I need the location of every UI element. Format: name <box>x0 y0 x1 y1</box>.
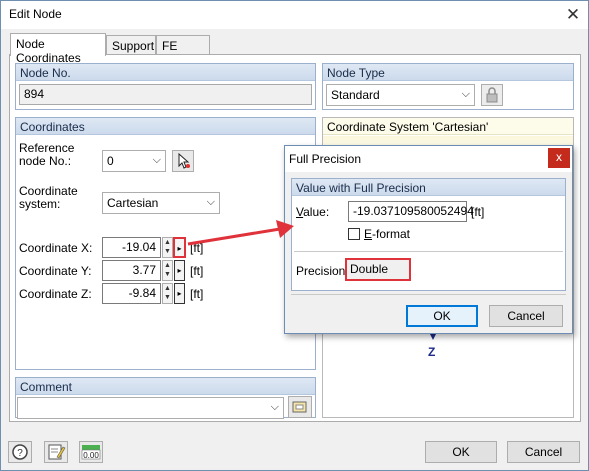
node-type-group: Node Type Standard ⌵ <box>322 63 574 110</box>
arrow-right-icon: ▸ <box>177 289 182 298</box>
pick-node-button[interactable] <box>172 150 194 172</box>
tab-node-coordinates[interactable]: Node Coordinates <box>10 33 106 65</box>
coordinate-x-input[interactable]: -19.04 <box>102 237 161 258</box>
arrow-right-icon: ▸ <box>177 244 182 253</box>
chevron-down-icon: ⌵ <box>461 88 470 100</box>
z-axis-label: Z <box>428 345 436 359</box>
reference-node-label-line2: node No.: <box>19 154 72 168</box>
coordinate-x-label: Coordinate X: <box>19 241 93 255</box>
node-no-header: Node No. <box>16 64 315 81</box>
coordinate-y-label: Coordinate Y: <box>19 264 92 278</box>
dialog-cancel-button[interactable]: Cancel <box>489 305 563 327</box>
lock-icon <box>486 87 498 103</box>
svg-text:?: ? <box>17 448 23 459</box>
node-no-field[interactable]: 894 <box>19 84 312 105</box>
coordinate-y-unit: [ft] <box>190 264 204 278</box>
reference-node-value: 0 <box>107 154 114 168</box>
chevron-down-icon: ⌵ <box>206 196 215 208</box>
dialog-title-bar: Full Precision x <box>285 146 572 172</box>
tab-support[interactable]: Support <box>106 35 156 56</box>
title-bar: Edit Node ✕ <box>1 1 588 29</box>
edit-button[interactable] <box>44 441 68 463</box>
tab-label: Node Coordinates <box>16 37 81 65</box>
reference-node-select[interactable]: 0 ⌵ <box>102 150 166 172</box>
window-close-button[interactable]: ✕ <box>562 4 584 26</box>
comment-header: Comment <box>16 378 315 395</box>
coordinate-z-input[interactable]: -9.84 <box>102 283 161 304</box>
edit-notepad-icon <box>48 444 66 460</box>
ok-button[interactable]: OK <box>425 441 497 463</box>
precision-label: Precision: <box>296 264 349 278</box>
cancel-button[interactable]: Cancel <box>507 441 580 463</box>
full-precision-dialog: Full Precision x Value with Full Precisi… <box>284 145 573 334</box>
help-icon: ? <box>12 444 28 460</box>
tab-label: Support <box>112 39 155 53</box>
coordinate-x-full-precision-button[interactable]: ▸ <box>173 237 186 258</box>
full-precision-unit: [ft] <box>471 205 485 219</box>
node-type-value: Standard <box>331 88 380 102</box>
help-button[interactable]: ? <box>8 441 32 463</box>
e-format-checkbox[interactable] <box>348 228 360 240</box>
coordinate-x-spinner[interactable]: ▲ ▼ <box>162 237 173 258</box>
e-format-label: E-format <box>364 227 411 241</box>
coordinate-y-spinner[interactable]: ▲ ▼ <box>162 260 173 281</box>
library-icon <box>292 401 307 413</box>
node-no-group: Node No. 894 <box>15 63 316 110</box>
coordinate-z-full-precision-button[interactable]: ▸ <box>174 283 185 304</box>
coordinate-system-preview-header: Coordinate System 'Cartesian' <box>323 118 573 135</box>
dialog-ok-button[interactable]: OK <box>406 305 478 327</box>
window-title: Edit Node <box>9 7 62 21</box>
comment-select[interactable]: ⌵ <box>17 397 284 419</box>
pick-cursor-icon <box>178 152 190 169</box>
precision-settings-button[interactable]: 0.00 <box>79 441 103 463</box>
dialog-title: Full Precision <box>289 152 362 166</box>
coordinate-z-spinner[interactable]: ▲ ▼ <box>162 283 173 304</box>
coordinate-system-label-line2: system: <box>19 197 61 211</box>
arrow-right-icon: ▸ <box>177 266 182 275</box>
tab-fe-mesh[interactable]: FE Mesh <box>156 35 210 67</box>
annotation-arrow <box>187 220 294 246</box>
lock-button[interactable] <box>481 84 503 106</box>
footer-separator <box>291 294 566 295</box>
svg-text:0.00: 0.00 <box>83 451 99 460</box>
dialog-close-button[interactable]: x <box>548 148 570 168</box>
value-label: Value: <box>296 205 330 219</box>
reference-node-label-line1: Reference <box>19 141 75 155</box>
coordinate-system-select[interactable]: Cartesian ⌵ <box>102 192 220 214</box>
coordinate-y-full-precision-button[interactable]: ▸ <box>174 260 185 281</box>
coordinate-y-input[interactable]: 3.77 <box>102 260 161 281</box>
comment-library-button[interactable] <box>288 396 312 418</box>
coordinate-system-label-line1: Coordinate <box>19 184 78 198</box>
coordinates-header: Coordinates <box>16 118 315 135</box>
coordinate-z-unit: [ft] <box>190 287 204 301</box>
chevron-down-icon: ⌵ <box>270 401 279 413</box>
coordinate-z-label: Coordinate Z: <box>19 287 92 301</box>
separator <box>294 251 563 252</box>
full-precision-header: Value with Full Precision <box>292 179 565 196</box>
coordinate-system-value: Cartesian <box>107 196 159 210</box>
full-precision-value-input[interactable]: -19.037109580052494 <box>348 201 474 222</box>
precision-value: Double <box>345 258 411 281</box>
decimal-places-icon: 0.00 <box>81 445 101 460</box>
node-type-select[interactable]: Standard ⌵ <box>326 84 475 106</box>
node-type-header: Node Type <box>323 64 573 81</box>
chevron-down-icon: ⌵ <box>152 154 161 166</box>
